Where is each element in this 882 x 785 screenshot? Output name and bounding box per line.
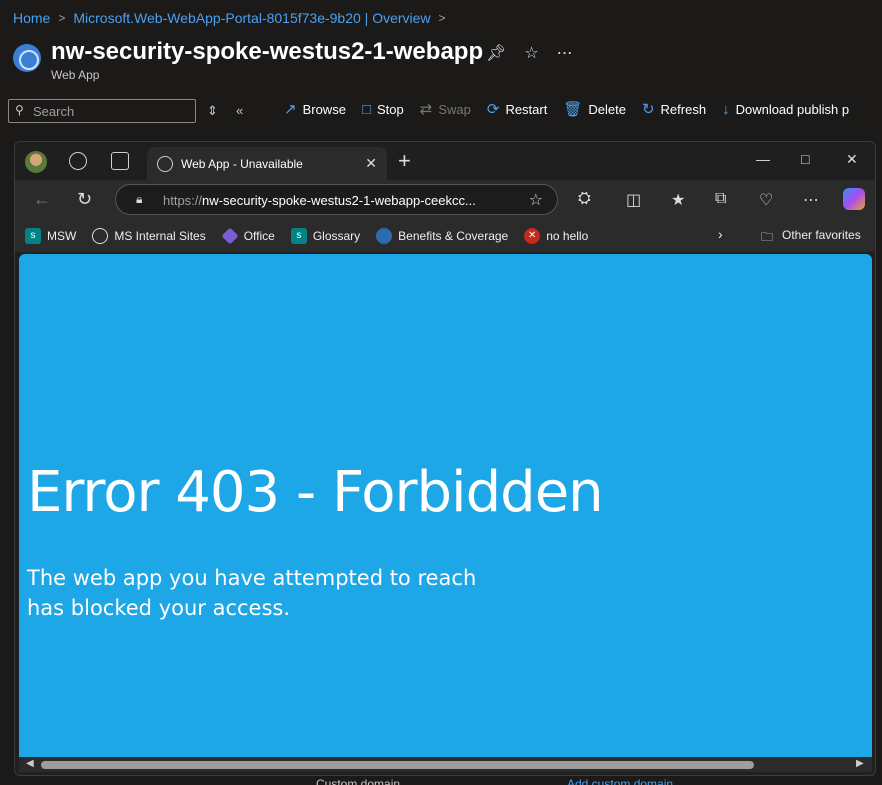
extensions-icon[interactable]: ⛭ [578,190,591,208]
web-app-icon [13,44,41,72]
url-host: nw-security-spoke-westus2-1-webapp-ceekc… [202,193,476,208]
restart-icon: ⟳ [486,101,500,118]
avatar[interactable] [25,151,47,173]
settings-more-icon[interactable]: ⋯ [803,190,819,210]
page-subtitle: Web App [51,68,100,82]
add-custom-domain-link[interactable]: Add custom domain [567,777,673,785]
workspaces-icon[interactable] [69,152,87,170]
search-icon: ⚲ [15,103,24,117]
more-icon[interactable]: ⋯ [557,43,573,63]
favorite-ms-internal-sites[interactable]: MS Internal Sites [92,228,206,244]
search-placeholder: Search [33,104,75,119]
copilot-icon[interactable] [843,188,865,210]
browser-toolbar: ← ↻ 🔒︎ https://nw-security-spoke-westus2… [15,180,875,220]
command-bar: ↗ Browse □ Stop ⇄ Swap ⟳ Restart 🗑︎ Delete ↻ R… [284,100,849,119]
swap-button[interactable]: ⇄ Swap [420,100,471,118]
favorite-no-hello[interactable]: ✕ no hello [524,228,588,244]
favorite-msw[interactable]: s MSW [25,228,76,244]
trash-icon: 🗑︎ [563,101,583,118]
favorites-icon[interactable]: ★ [671,190,685,210]
expand-icon[interactable]: ⇕ [207,103,218,119]
split-screen-icon[interactable]: ◫ [626,190,641,210]
stop-icon: □ [361,100,371,118]
reload-icon[interactable]: ↻ [77,189,92,210]
screen: Home > Microsoft.Web-WebApp-Portal-8015f… [0,0,882,785]
scroll-right-icon[interactable]: ▶ [856,758,864,769]
browser-essentials-icon[interactable]: ♡ [759,190,773,210]
tab-actions-icon[interactable] [111,152,129,170]
favorite-star-icon[interactable]: ☆ [529,190,543,210]
lock-icon: 🔒︎ [136,192,143,206]
sharepoint-icon: s [290,228,307,244]
star-icon[interactable]: ☆ [524,43,538,63]
tab-active[interactable]: Web App - Unavailable ✕ [147,147,387,180]
download-icon: ↓ [722,100,730,118]
error-heading: Error 403 - Forbidden [27,460,604,525]
error-message: The web app you have attempted to reach … [27,566,477,620]
browser-window: Web App - Unavailable ✕ + — □ ✕ ← ↻ 🔒︎ h… [14,141,876,776]
folder-icon: 🗀︎ [761,230,774,244]
favorite-glossary[interactable]: s Glossary [290,228,360,244]
close-tab-icon[interactable]: ✕ [365,155,377,172]
address-bar[interactable]: 🔒︎ https://nw-security-spoke-westus2-1-w… [115,184,558,215]
minimize-icon[interactable]: — [756,151,770,167]
tab-title: Web App - Unavailable [181,156,303,171]
browse-button[interactable]: ↗ Browse [284,100,346,118]
tab-strip: Web App - Unavailable ✕ + — □ ✕ [15,142,875,180]
page-content: Error 403 - Forbidden The web app you ha… [19,254,872,757]
swap-icon: ⇄ [419,101,433,118]
maximize-icon[interactable]: □ [801,151,809,167]
page-title: nw-security-spoke-westus2-1-webapp [51,38,484,65]
stop-button[interactable]: □ Stop [362,100,404,118]
refresh-button[interactable]: ↻ Refresh [642,100,706,118]
benefits-icon [376,228,393,244]
office-icon [221,227,239,245]
custom-domain-label: Custom domain [316,777,401,785]
chevron-right-icon: > [58,11,66,25]
other-favorites-folder[interactable]: Other favorites [782,228,861,242]
pin-icon[interactable]: 📌︎ [486,43,506,63]
restart-button[interactable]: ⟳ Restart [487,100,547,118]
search-input[interactable]: ⚲ Search [8,99,196,123]
globe-icon [92,228,109,244]
chevron-right-icon: > [438,11,446,25]
back-icon[interactable]: ← [33,189,51,210]
download-publish-button[interactable]: ↓ Download publish p [722,100,849,118]
title-actions: 📌︎ ☆ ⋯ [486,43,573,63]
url-protocol: https:// [163,193,203,208]
external-link-icon: ↗ [284,101,297,118]
delete-button[interactable]: 🗑︎ Delete [563,100,626,118]
breadcrumb: Home > Microsoft.Web-WebApp-Portal-8015f… [13,10,446,26]
collections-icon[interactable]: ⧉ [715,190,726,208]
close-window-icon[interactable]: ✕ [846,151,858,168]
scroll-left-icon[interactable]: ◀ [26,758,34,769]
chevron-right-icon[interactable]: › [718,226,723,242]
breadcrumb-home[interactable]: Home [13,10,50,26]
horizontal-scrollbar[interactable]: ◀ ▶ [19,757,872,772]
new-tab-button[interactable]: + [398,148,411,174]
favorite-office[interactable]: Office [221,227,275,245]
favorites-bar: s MSW MS Internal Sites Office s Glossary … [15,220,875,252]
breadcrumb-item[interactable]: Microsoft.Web-WebApp-Portal-8015f73e-9b2… [73,10,430,26]
sharepoint-icon: s [25,228,41,244]
collapse-icon[interactable]: « [236,103,243,118]
refresh-icon: ↻ [641,101,655,118]
scrollbar-thumb[interactable] [41,761,754,769]
favorite-benefits[interactable]: Benefits & Coverage [376,228,508,244]
globe-icon [157,155,173,172]
block-icon: ✕ [524,228,541,244]
